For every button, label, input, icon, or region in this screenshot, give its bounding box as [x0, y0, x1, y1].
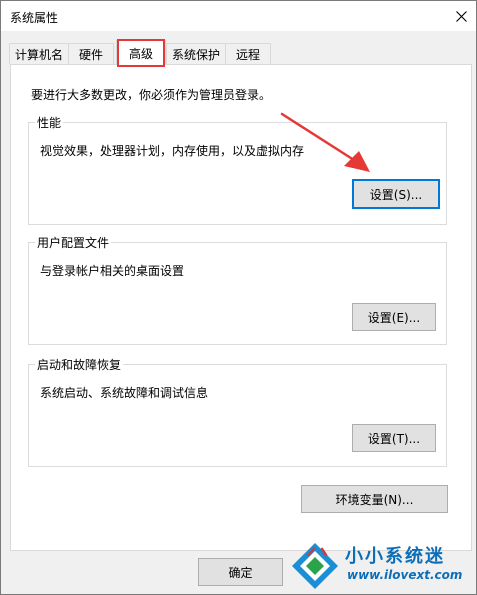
performance-description: 视觉效果，处理器计划，内存使用，以及虚拟内存: [40, 144, 305, 158]
environment-variables-button[interactable]: 环境变量(N)...: [301, 485, 448, 513]
watermark-logo-icon: [292, 543, 338, 589]
button-label: 设置(E)...: [367, 310, 421, 325]
button-label: 确定: [228, 565, 253, 580]
admin-note: 要进行大多数更改，你必须作为管理员登录。: [31, 88, 272, 102]
tab-label: 高级: [128, 46, 153, 61]
system-properties-window: 系统属性 计算机名 硬件 高级 系统保护 远程 要进行大多数更改，你必须作为管理…: [0, 0, 477, 595]
tab-panel-advanced: 要进行大多数更改，你必须作为管理员登录。 性能 视觉效果，处理器计划，内存使用，…: [10, 64, 472, 551]
user-profiles-description: 与登录帐户相关的桌面设置: [40, 264, 185, 278]
startup-recovery-group-title: 启动和故障恢复: [35, 356, 124, 373]
watermark-title: 小小系统迷: [345, 546, 445, 567]
title-bar: 系统属性: [1, 1, 476, 31]
user-profiles-group: 用户配置文件 与登录帐户相关的桌面设置 设置(E)...: [28, 234, 447, 345]
watermark-url: www.ilovext.com: [347, 568, 463, 582]
tab-hardware[interactable]: 硬件: [68, 43, 114, 64]
button-label: 环境变量(N)...: [335, 492, 414, 507]
annotation-arrow-icon: [280, 112, 370, 172]
close-button[interactable]: [446, 1, 476, 31]
performance-group: 性能 视觉效果，处理器计划，内存使用，以及虚拟内存 设置(S)...: [28, 114, 447, 225]
user-profiles-group-title: 用户配置文件: [35, 234, 112, 251]
tab-system-protection[interactable]: 系统保护: [166, 43, 226, 64]
user-profiles-settings-button[interactable]: 设置(E)...: [352, 303, 436, 331]
button-label: 设置(T)...: [367, 431, 421, 446]
startup-recovery-description: 系统启动、系统故障和调试信息: [40, 386, 209, 400]
tab-label: 硬件: [78, 47, 103, 62]
close-icon: [455, 10, 467, 22]
tab-label: 远程: [235, 47, 260, 62]
tab-label: 系统保护: [171, 47, 220, 62]
performance-settings-button[interactable]: 设置(S)...: [352, 179, 440, 209]
button-label: 设置(S)...: [369, 187, 423, 202]
performance-group-title: 性能: [35, 114, 64, 131]
startup-recovery-settings-button[interactable]: 设置(T)...: [352, 424, 436, 452]
window-title: 系统属性: [10, 11, 59, 25]
tab-computer-name[interactable]: 计算机名: [9, 43, 69, 64]
tab-remote[interactable]: 远程: [225, 43, 271, 64]
tab-advanced[interactable]: 高级: [116, 40, 166, 65]
startup-recovery-group: 启动和故障恢复 系统启动、系统故障和调试信息 设置(T)...: [28, 356, 447, 467]
ok-button[interactable]: 确定: [198, 558, 283, 586]
tab-label: 计算机名: [14, 47, 63, 62]
